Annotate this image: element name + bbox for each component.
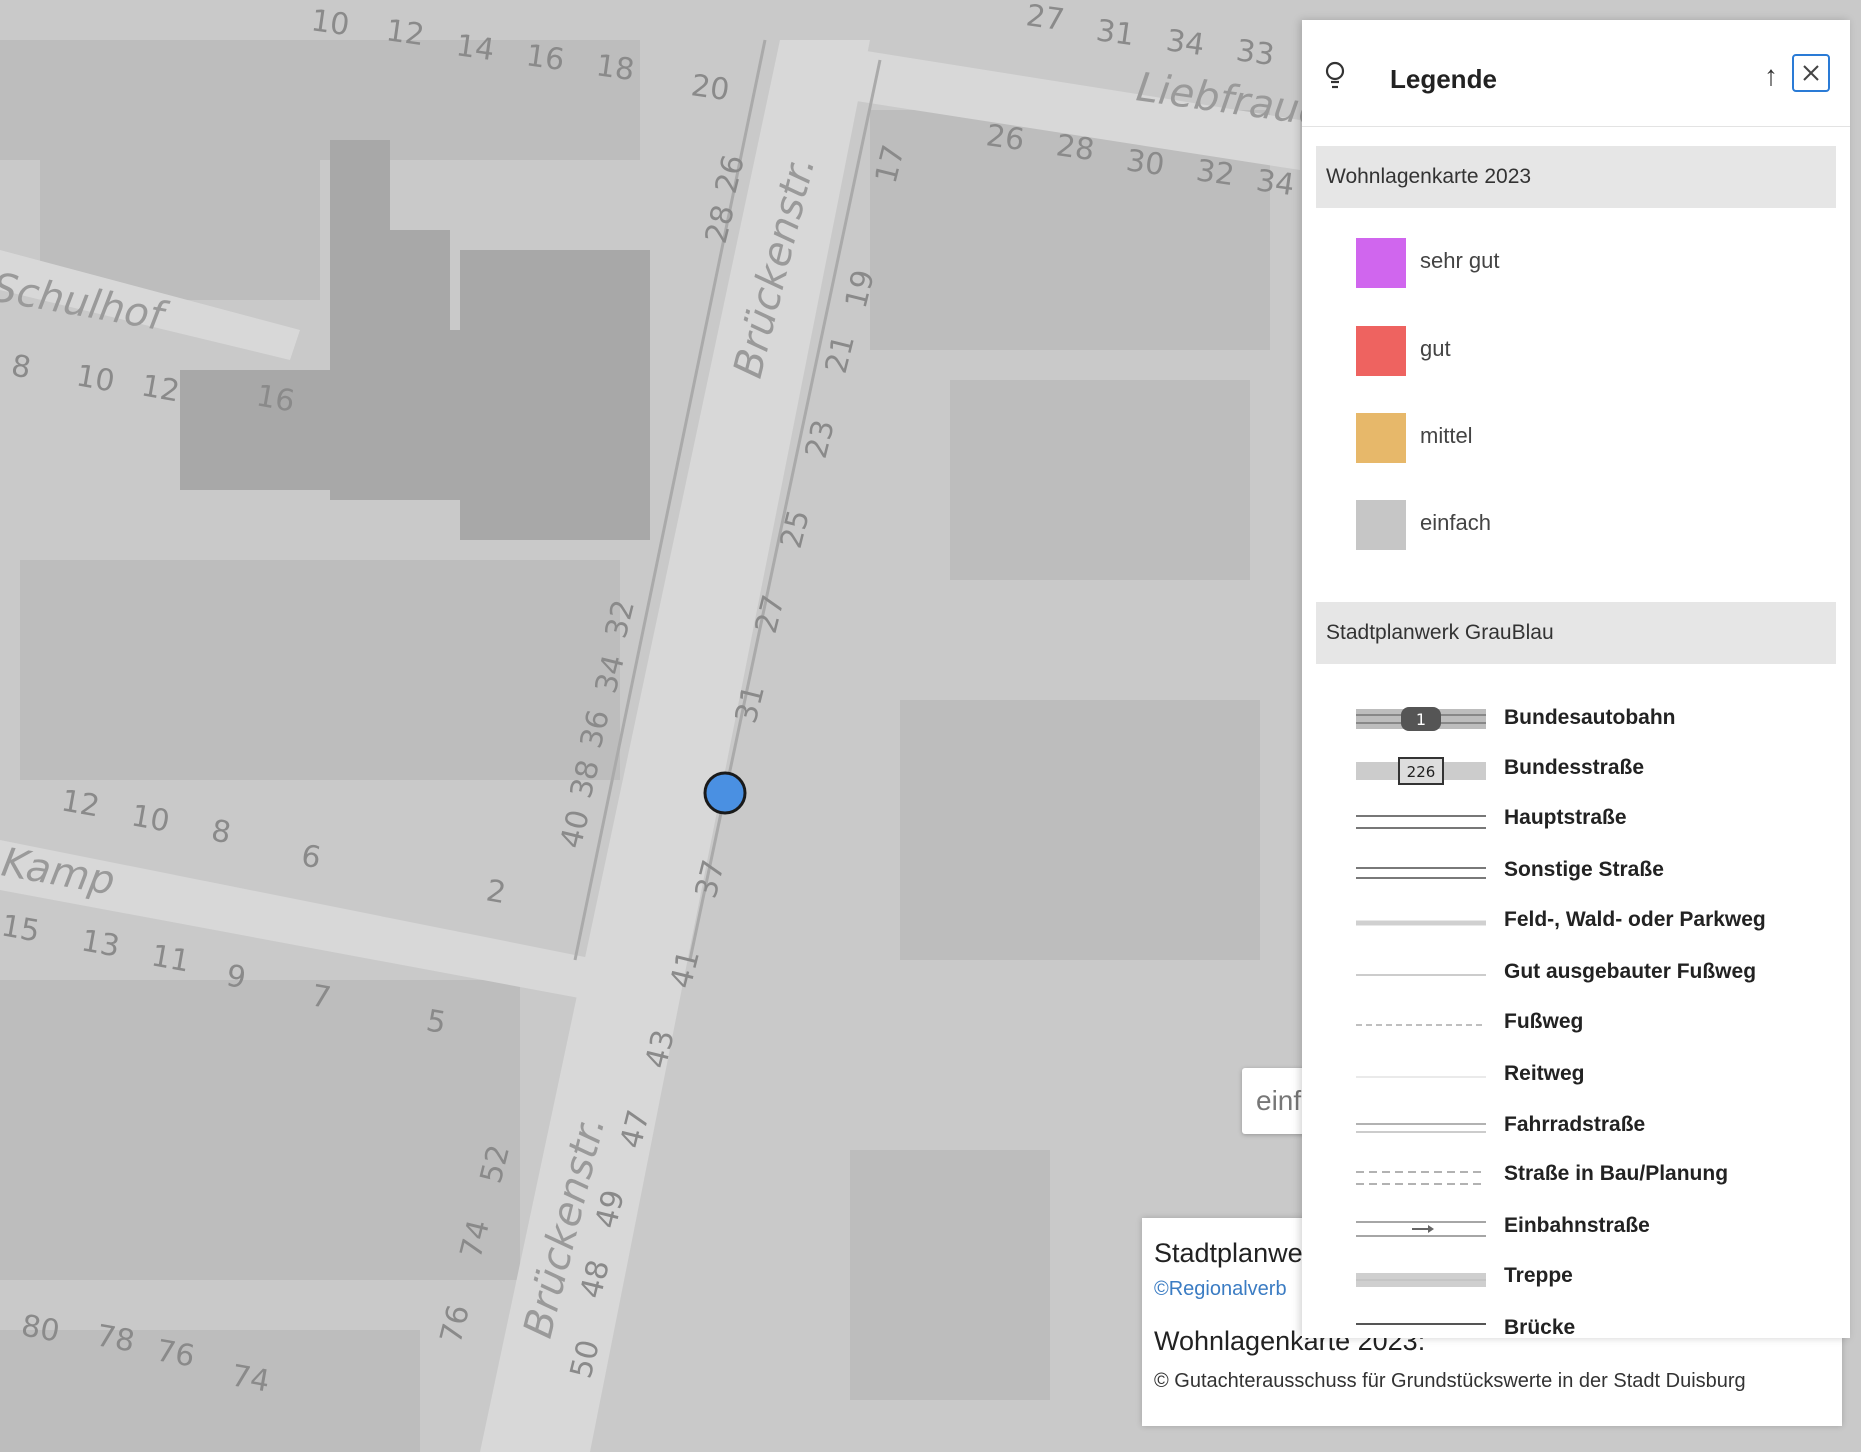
current-location-marker[interactable] (703, 771, 747, 815)
legend-label-fussweg: Fußweg (1504, 1010, 1584, 1033)
house-number: 34 (1164, 23, 1207, 63)
legend-header: Legende ↑ (1302, 20, 1850, 127)
house-number: 31 (1094, 13, 1137, 53)
symbol-feldweg (1356, 920, 1486, 926)
attribution-link[interactable]: ©Regionalverb (1154, 1278, 1287, 1300)
house-number: 33 (1234, 33, 1277, 73)
house-number: 10 (74, 358, 118, 399)
house-number: 26 (984, 118, 1027, 158)
legend-label-bundesstrasse: Bundesstraße (1504, 756, 1645, 779)
attribution-layer1-copyright: ©Regionalverb (1154, 1278, 1287, 1301)
legend-label-einbahnstrasse: Einbahnstraße (1504, 1214, 1650, 1237)
swatch-mittel (1356, 413, 1406, 463)
legend-label-sehr-gut: sehr gut (1420, 248, 1500, 273)
house-number: 30 (1124, 143, 1167, 183)
symbol-fahrradstrasse (1356, 1123, 1486, 1133)
legend-panel: Legende ↑ Wohnlagenkarte 2023 sehr gut g… (1302, 20, 1850, 1338)
legend-label-sonstige-strasse: Sonstige Straße (1504, 858, 1664, 881)
legend-label-gut: gut (1420, 336, 1451, 361)
symbol-einbahnstrasse (1356, 1221, 1486, 1237)
legend-label-gut-ausgebauter-fussweg: Gut ausgebauter Fußweg (1504, 960, 1757, 983)
house-number: 16 (524, 38, 567, 78)
house-number: 12 (59, 783, 103, 824)
legend-label-bruecke: Brücke (1504, 1316, 1576, 1338)
legend-label-feldweg: Feld-, Wald- oder Parkweg (1504, 908, 1766, 931)
house-number: 11 (149, 938, 193, 979)
pin-icon[interactable]: ↑ (1760, 56, 1782, 96)
bundesstrasse-badge: 226 (1407, 763, 1436, 781)
legend-label-reitweg: Reitweg (1504, 1062, 1585, 1085)
close-icon (1803, 65, 1819, 81)
legend-label-strasse-in-bau: Straße in Bau/Planung (1504, 1162, 1729, 1185)
house-number: 16 (254, 378, 298, 419)
popup-text: einf (1256, 1085, 1302, 1116)
legend-label-hauptstrasse: Hauptstraße (1504, 806, 1627, 829)
attribution-layer1-title: Stadtplanwe (1154, 1238, 1303, 1268)
house-number: 15 (0, 908, 42, 949)
legend-label-mittel: mittel (1420, 423, 1473, 448)
house-number: 32 (1194, 153, 1237, 193)
house-number: 78 (94, 1318, 138, 1359)
house-number: 10 (129, 798, 173, 839)
autobahn-badge: 1 (1416, 710, 1426, 729)
house-number: 10 (309, 3, 352, 43)
legend-label-treppe: Treppe (1504, 1264, 1573, 1287)
swatch-gut (1356, 326, 1406, 376)
symbol-strasse-in-bau (1356, 1171, 1486, 1185)
legend-label-bundesautobahn: Bundesautobahn (1504, 706, 1676, 729)
attribution-layer2-copyright: © Gutachterausschuss für Grundstückswert… (1154, 1370, 1746, 1392)
house-number: 28 (1054, 128, 1097, 168)
symbol-gut-ausgebauter-fussweg (1356, 974, 1486, 976)
house-number: 80 (19, 1308, 63, 1349)
close-legend-button[interactable] (1792, 54, 1830, 92)
house-number: 12 (384, 13, 427, 53)
bulb-icon (1325, 61, 1345, 89)
symbol-bundesstrasse: 226 (1356, 757, 1486, 785)
legend-label-fahrradstrasse: Fahrradstraße (1504, 1113, 1646, 1136)
legend-title: Legende (1390, 64, 1497, 94)
swatch-einfach (1356, 500, 1406, 550)
house-number: 20 (689, 68, 732, 108)
house-number: 34 (1254, 163, 1297, 203)
house-number: 13 (79, 923, 123, 964)
symbol-bruecke (1356, 1323, 1486, 1325)
swatch-sehr-gut (1356, 238, 1406, 288)
legend-section-wohnlagen[interactable]: Wohnlagenkarte 2023 (1316, 146, 1836, 208)
legend-label-einfach: einfach (1420, 510, 1491, 535)
house-number: 76 (154, 1333, 198, 1374)
house-number: 18 (594, 48, 637, 88)
legend-section-stadtplanwerk[interactable]: Stadtplanwerk GrauBlau (1316, 602, 1836, 664)
symbol-sonstige-strasse (1356, 867, 1486, 879)
symbol-treppe (1356, 1273, 1486, 1287)
symbol-bundesautobahn: 1 (1356, 707, 1486, 731)
symbol-hauptstrasse (1356, 815, 1486, 829)
house-number: 12 (139, 368, 183, 409)
house-number: 27 (1024, 0, 1067, 38)
house-number: 14 (454, 28, 497, 68)
symbol-fussweg (1356, 1024, 1486, 1026)
symbol-reitweg (1356, 1076, 1486, 1078)
house-number: 74 (229, 1358, 273, 1399)
